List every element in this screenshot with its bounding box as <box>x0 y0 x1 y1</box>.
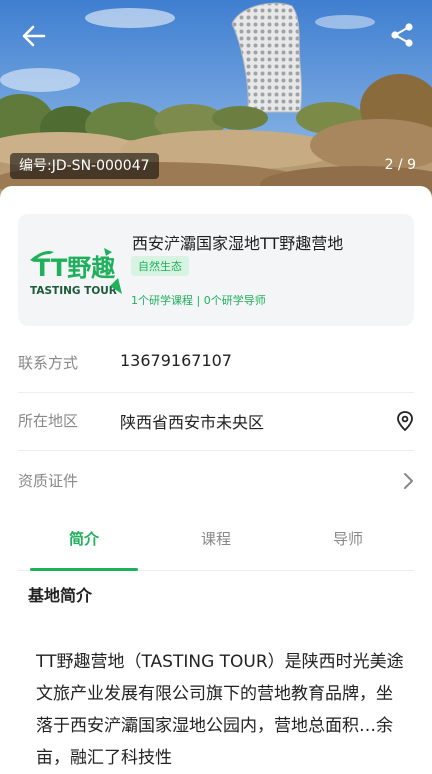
category-tag: 自然生态 <box>131 256 189 276</box>
active-tab-indicator <box>30 568 138 571</box>
certificate-row[interactable]: 资质证件 <box>18 452 414 510</box>
tab-intro[interactable]: 简介 <box>24 528 144 549</box>
svg-text:TASTING TOUR: TASTING TOUR <box>30 285 117 297</box>
detail-sheet: TT野趣 TASTING TOUR 西安浐灞国家湿地TT野趣营地 自然生态 1个… <box>0 186 432 768</box>
cert-label: 资质证件 <box>18 472 79 490</box>
area-label: 所在地区 <box>18 412 79 430</box>
course-tutor-count: 1个研学课程 | 0个研学导师 <box>131 294 266 307</box>
area-row[interactable]: 所在地区 陕西省西安市未央区 <box>18 392 414 451</box>
contact-row[interactable]: 联系方式 13679167107 <box>18 334 414 393</box>
hero-gallery[interactable]: 编号:JD-SN-000047 2 / 9 <box>0 0 432 200</box>
svg-text:TT野趣: TT野趣 <box>34 254 116 282</box>
area-value: 陕西省西安市未央区 <box>120 413 265 432</box>
camp-info-card: TT野趣 TASTING TOUR 西安浐灞国家湿地TT野趣营地 自然生态 1个… <box>18 214 414 326</box>
back-arrow-icon[interactable] <box>20 22 48 50</box>
chevron-right-icon[interactable] <box>402 471 414 491</box>
intro-text: TT野趣营地（TASTING TOUR）是陕西时光美途文旅产业发展有限公司旗下的… <box>36 652 404 768</box>
tab-courses[interactable]: 课程 <box>156 528 276 549</box>
base-code-badge: 编号:JD-SN-000047 <box>10 153 159 179</box>
camp-logo: TT野趣 TASTING TOUR <box>30 248 122 297</box>
tab-tutors[interactable]: 导师 <box>288 528 408 549</box>
camp-name: 西安浐灞国家湿地TT野趣营地 <box>132 234 344 253</box>
contact-phone[interactable]: 13679167107 <box>120 351 232 370</box>
image-page-indicator: 2 / 9 <box>384 157 416 173</box>
section-title: 基地简介 <box>28 586 93 605</box>
location-pin-icon[interactable] <box>396 411 414 431</box>
detail-tabs: 简介 课程 导师 <box>18 514 414 571</box>
share-icon[interactable] <box>390 22 414 48</box>
contact-label: 联系方式 <box>18 354 79 372</box>
